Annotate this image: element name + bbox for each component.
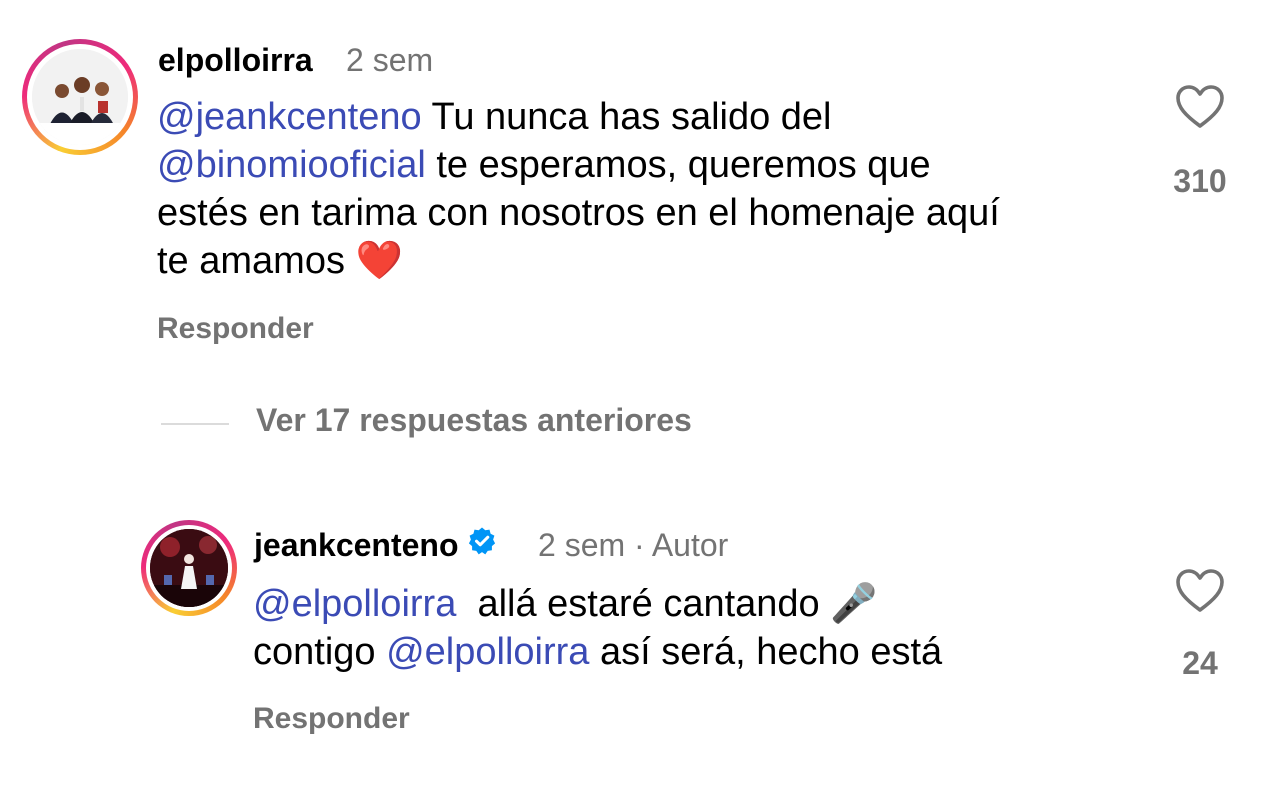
verified-badge-icon bbox=[467, 526, 497, 564]
comment-text-segment: te esperamos, queremos que bbox=[425, 144, 931, 186]
group-photo-icon bbox=[32, 49, 128, 145]
mention-link[interactable]: @elpolloirra bbox=[253, 583, 456, 625]
comment-line: @jeankcenteno Tu nunca has salido del bbox=[157, 93, 1147, 141]
reply-button[interactable]: Responder bbox=[157, 312, 314, 346]
like-count: 310 bbox=[1173, 163, 1227, 199]
comment-time: 2 sem bbox=[538, 527, 626, 563]
comment-username[interactable]: elpolloirra bbox=[158, 42, 313, 79]
avatar[interactable] bbox=[22, 39, 138, 155]
like-button[interactable] bbox=[1175, 84, 1225, 135]
comment-text-segment: contigo bbox=[253, 631, 387, 673]
comment-meta: 2 sem · Autor bbox=[538, 527, 728, 564]
comment-text-segment: así será, hecho está bbox=[589, 631, 943, 673]
comment-line: @binomiooficial te esperamos, queremos q… bbox=[157, 141, 1147, 189]
reply-button[interactable]: Responder bbox=[253, 702, 410, 736]
stage-photo-icon bbox=[150, 529, 228, 607]
avatar[interactable] bbox=[141, 520, 237, 616]
view-replies-button[interactable]: Ver 17 respuestas anteriores bbox=[256, 402, 692, 439]
comment-line: @elpolloirra allá estaré cantando 🎤 bbox=[253, 580, 1153, 628]
like-button[interactable] bbox=[1175, 568, 1225, 619]
avatar-photo bbox=[150, 529, 228, 607]
comment-text-segment: te amamos bbox=[157, 240, 356, 282]
microphone-emoji: 🎤 bbox=[830, 583, 878, 625]
like-count: 24 bbox=[1182, 645, 1218, 681]
comment-body: @jeankcenteno Tu nunca has salido del @b… bbox=[157, 93, 1147, 285]
heart-outline-icon bbox=[1176, 85, 1224, 128]
comment-username: jeankcenteno bbox=[254, 527, 505, 567]
comment-line: estés en tarima con nosotros en el homen… bbox=[157, 192, 1000, 234]
username-link[interactable]: jeankcenteno bbox=[254, 527, 459, 563]
avatar-photo bbox=[32, 49, 128, 145]
comment-body: @elpolloirra allá estaré cantando 🎤 cont… bbox=[253, 580, 1153, 676]
meta-separator: · bbox=[625, 527, 652, 563]
mention-link[interactable]: @binomiooficial bbox=[157, 144, 426, 186]
replies-divider bbox=[161, 423, 229, 425]
comment-line: te amamos ❤️ bbox=[157, 237, 1147, 285]
comment-time: 2 sem bbox=[346, 42, 434, 78]
mention-link[interactable]: @jeankcenteno bbox=[157, 96, 422, 138]
comment-line: contigo @elpolloirra así será, hecho est… bbox=[253, 628, 1153, 676]
heart-emoji: ❤️ bbox=[355, 240, 403, 282]
comment-text-segment: Tu nunca has salido del bbox=[421, 96, 832, 138]
author-label: Autor bbox=[651, 527, 729, 563]
comment-text-segment: allá estaré cantando bbox=[456, 583, 831, 625]
mention-link[interactable]: @elpolloirra bbox=[386, 631, 589, 673]
heart-outline-icon bbox=[1176, 569, 1224, 612]
